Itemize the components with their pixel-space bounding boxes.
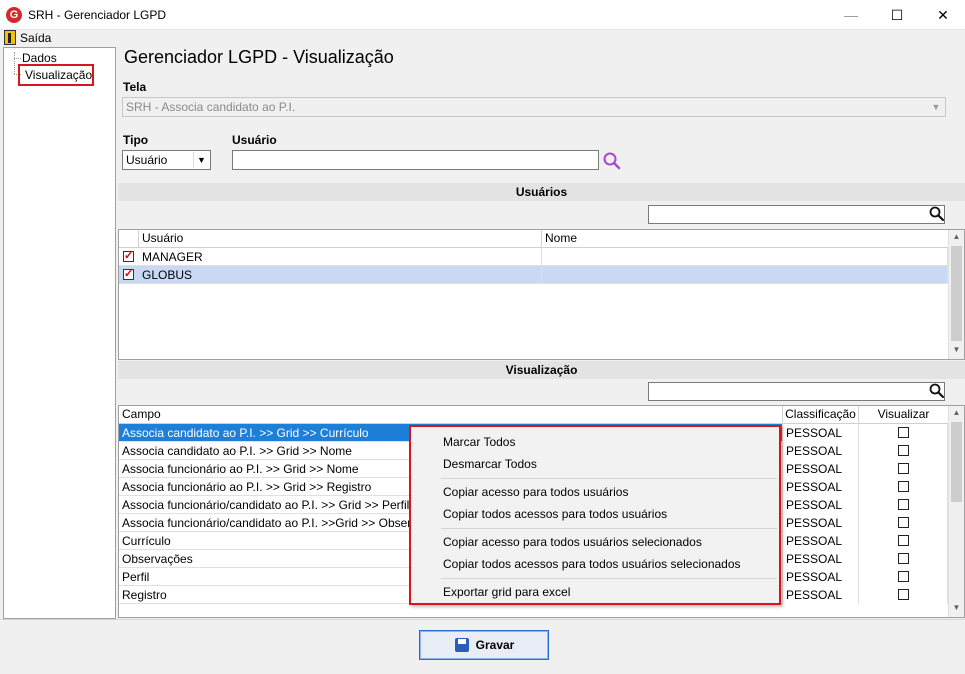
app-logo-icon: G bbox=[6, 7, 22, 23]
tipo-label: Tipo bbox=[123, 133, 149, 147]
save-button[interactable]: Gravar bbox=[419, 630, 549, 660]
column-header-visualizar[interactable]: Visualizar bbox=[859, 406, 948, 424]
visualizar-checkbox[interactable] bbox=[898, 517, 909, 528]
column-header-classificacao[interactable]: Classificação bbox=[783, 406, 859, 424]
scroll-down-icon[interactable]: ▼ bbox=[949, 601, 964, 615]
menu-item-copiar-acesso-todos[interactable]: Copiar acesso para todos usuários bbox=[443, 485, 628, 499]
scrollbar-track[interactable] bbox=[949, 504, 964, 601]
cell-classificacao: PESSOAL bbox=[783, 442, 859, 460]
menu-item-desmarcar-todos[interactable]: Desmarcar Todos bbox=[443, 457, 537, 471]
users-grid-header: Usuário Nome bbox=[119, 230, 948, 248]
cell-visualizar bbox=[859, 568, 948, 586]
search-icon[interactable] bbox=[928, 205, 946, 223]
menu-item-marcar-todos[interactable]: Marcar Todos bbox=[443, 435, 515, 449]
column-header-usuario[interactable]: Usuário bbox=[139, 230, 542, 248]
cell-visualizar bbox=[859, 460, 948, 478]
scroll-down-icon[interactable]: ▼ bbox=[949, 343, 964, 357]
column-header-campo[interactable]: Campo bbox=[119, 406, 783, 424]
page-title: Gerenciador LGPD - Visualização bbox=[124, 47, 394, 67]
scrollbar-thumb[interactable] bbox=[951, 422, 962, 502]
context-menu: Marcar Todos Desmarcar Todos Copiar aces… bbox=[409, 425, 781, 605]
visualization-section-header: Visualização bbox=[118, 361, 965, 379]
cell-classificacao: PESSOAL bbox=[783, 496, 859, 514]
tree-item-visualizacao[interactable]: Visualização bbox=[25, 68, 93, 82]
maximize-button[interactable]: ☐ bbox=[874, 0, 920, 30]
usuario-input[interactable] bbox=[232, 150, 599, 170]
close-button[interactable]: ✕ bbox=[920, 0, 965, 30]
chevron-down-icon[interactable]: ▼ bbox=[927, 98, 945, 116]
cell-visualizar bbox=[859, 586, 948, 604]
tree-item-dados[interactable]: Dados bbox=[22, 51, 57, 65]
menu-item-copiar-todos-acessos-selecionados[interactable]: Copiar todos acessos para todos usuários… bbox=[443, 557, 741, 571]
visualization-grid-header: Campo Classificação Visualizar bbox=[119, 406, 948, 424]
tree-connector bbox=[14, 52, 15, 74]
menu-bar bbox=[0, 30, 965, 46]
exit-door-icon[interactable] bbox=[4, 30, 16, 45]
visualizar-checkbox[interactable] bbox=[898, 535, 909, 546]
users-section-header: Usuários bbox=[118, 183, 965, 201]
menu-separator bbox=[441, 478, 777, 479]
cell-classificacao: PESSOAL bbox=[783, 550, 859, 568]
header-checkbox-cell bbox=[119, 230, 139, 248]
chevron-down-icon[interactable]: ▼ bbox=[193, 152, 209, 168]
row-checkbox[interactable] bbox=[123, 266, 134, 282]
floppy-disk-icon bbox=[455, 638, 469, 652]
menu-separator bbox=[441, 578, 777, 579]
menu-separator bbox=[441, 528, 777, 529]
tree-connector bbox=[14, 58, 21, 59]
window-title: SRH - Gerenciador LGPD bbox=[28, 8, 167, 22]
visualizar-checkbox[interactable] bbox=[898, 553, 909, 564]
scrollbar-thumb[interactable] bbox=[951, 246, 962, 341]
visualizar-checkbox[interactable] bbox=[898, 589, 909, 600]
cell-visualizar bbox=[859, 496, 948, 514]
cell-nome bbox=[542, 248, 948, 266]
navigation-tree bbox=[3, 47, 116, 619]
cell-visualizar bbox=[859, 424, 948, 442]
menu-item-copiar-todos-acessos-todos[interactable]: Copiar todos acessos para todos usuários bbox=[443, 507, 667, 521]
visualizar-checkbox[interactable] bbox=[898, 571, 909, 582]
visualization-scrollbar[interactable]: ▲ ▼ bbox=[948, 406, 964, 617]
cell-nome bbox=[542, 266, 948, 284]
scroll-up-icon[interactable]: ▲ bbox=[949, 406, 964, 420]
cell-classificacao: PESSOAL bbox=[783, 568, 859, 586]
visualizar-checkbox[interactable] bbox=[898, 481, 909, 492]
search-icon[interactable] bbox=[928, 382, 946, 400]
tela-select[interactable]: SRH - Associa candidato ao P.I. bbox=[122, 97, 946, 117]
visualizar-checkbox[interactable] bbox=[898, 499, 909, 510]
users-search-input[interactable] bbox=[648, 205, 945, 224]
users-scrollbar[interactable]: ▲ ▼ bbox=[948, 230, 964, 359]
cell-visualizar bbox=[859, 532, 948, 550]
cell-usuario: GLOBUS bbox=[139, 266, 542, 284]
table-row[interactable]: MANAGER bbox=[119, 248, 948, 266]
cell-visualizar bbox=[859, 442, 948, 460]
cell-usuario: MANAGER bbox=[139, 248, 542, 266]
row-checkbox[interactable] bbox=[123, 248, 134, 264]
usuario-label: Usuário bbox=[232, 133, 277, 147]
cell-classificacao: PESSOAL bbox=[783, 514, 859, 532]
cell-visualizar bbox=[859, 514, 948, 532]
menu-item-exit[interactable]: Saída bbox=[20, 31, 51, 45]
cell-visualizar bbox=[859, 478, 948, 496]
cell-classificacao: PESSOAL bbox=[783, 460, 859, 478]
search-icon[interactable] bbox=[602, 151, 622, 171]
users-grid: Usuário Nome MANAGER GLOBUS ▲ ▼ bbox=[118, 229, 965, 360]
menu-item-exportar-excel[interactable]: Exportar grid para excel bbox=[443, 585, 570, 599]
cell-classificacao: PESSOAL bbox=[783, 424, 859, 442]
visualization-search-input[interactable] bbox=[648, 382, 945, 401]
cell-classificacao: PESSOAL bbox=[783, 586, 859, 604]
visualizar-checkbox[interactable] bbox=[898, 427, 909, 438]
cell-classificacao: PESSOAL bbox=[783, 532, 859, 550]
column-header-nome[interactable]: Nome bbox=[542, 230, 948, 248]
table-row[interactable]: GLOBUS bbox=[119, 266, 948, 284]
visualizar-checkbox[interactable] bbox=[898, 445, 909, 456]
cell-visualizar bbox=[859, 550, 948, 568]
visualizar-checkbox[interactable] bbox=[898, 463, 909, 474]
menu-item-copiar-acesso-selecionados[interactable]: Copiar acesso para todos usuários seleci… bbox=[443, 535, 702, 549]
tela-label: Tela bbox=[123, 80, 147, 94]
scroll-up-icon[interactable]: ▲ bbox=[949, 230, 964, 244]
minimize-button[interactable]: — bbox=[828, 0, 874, 30]
cell-classificacao: PESSOAL bbox=[783, 478, 859, 496]
